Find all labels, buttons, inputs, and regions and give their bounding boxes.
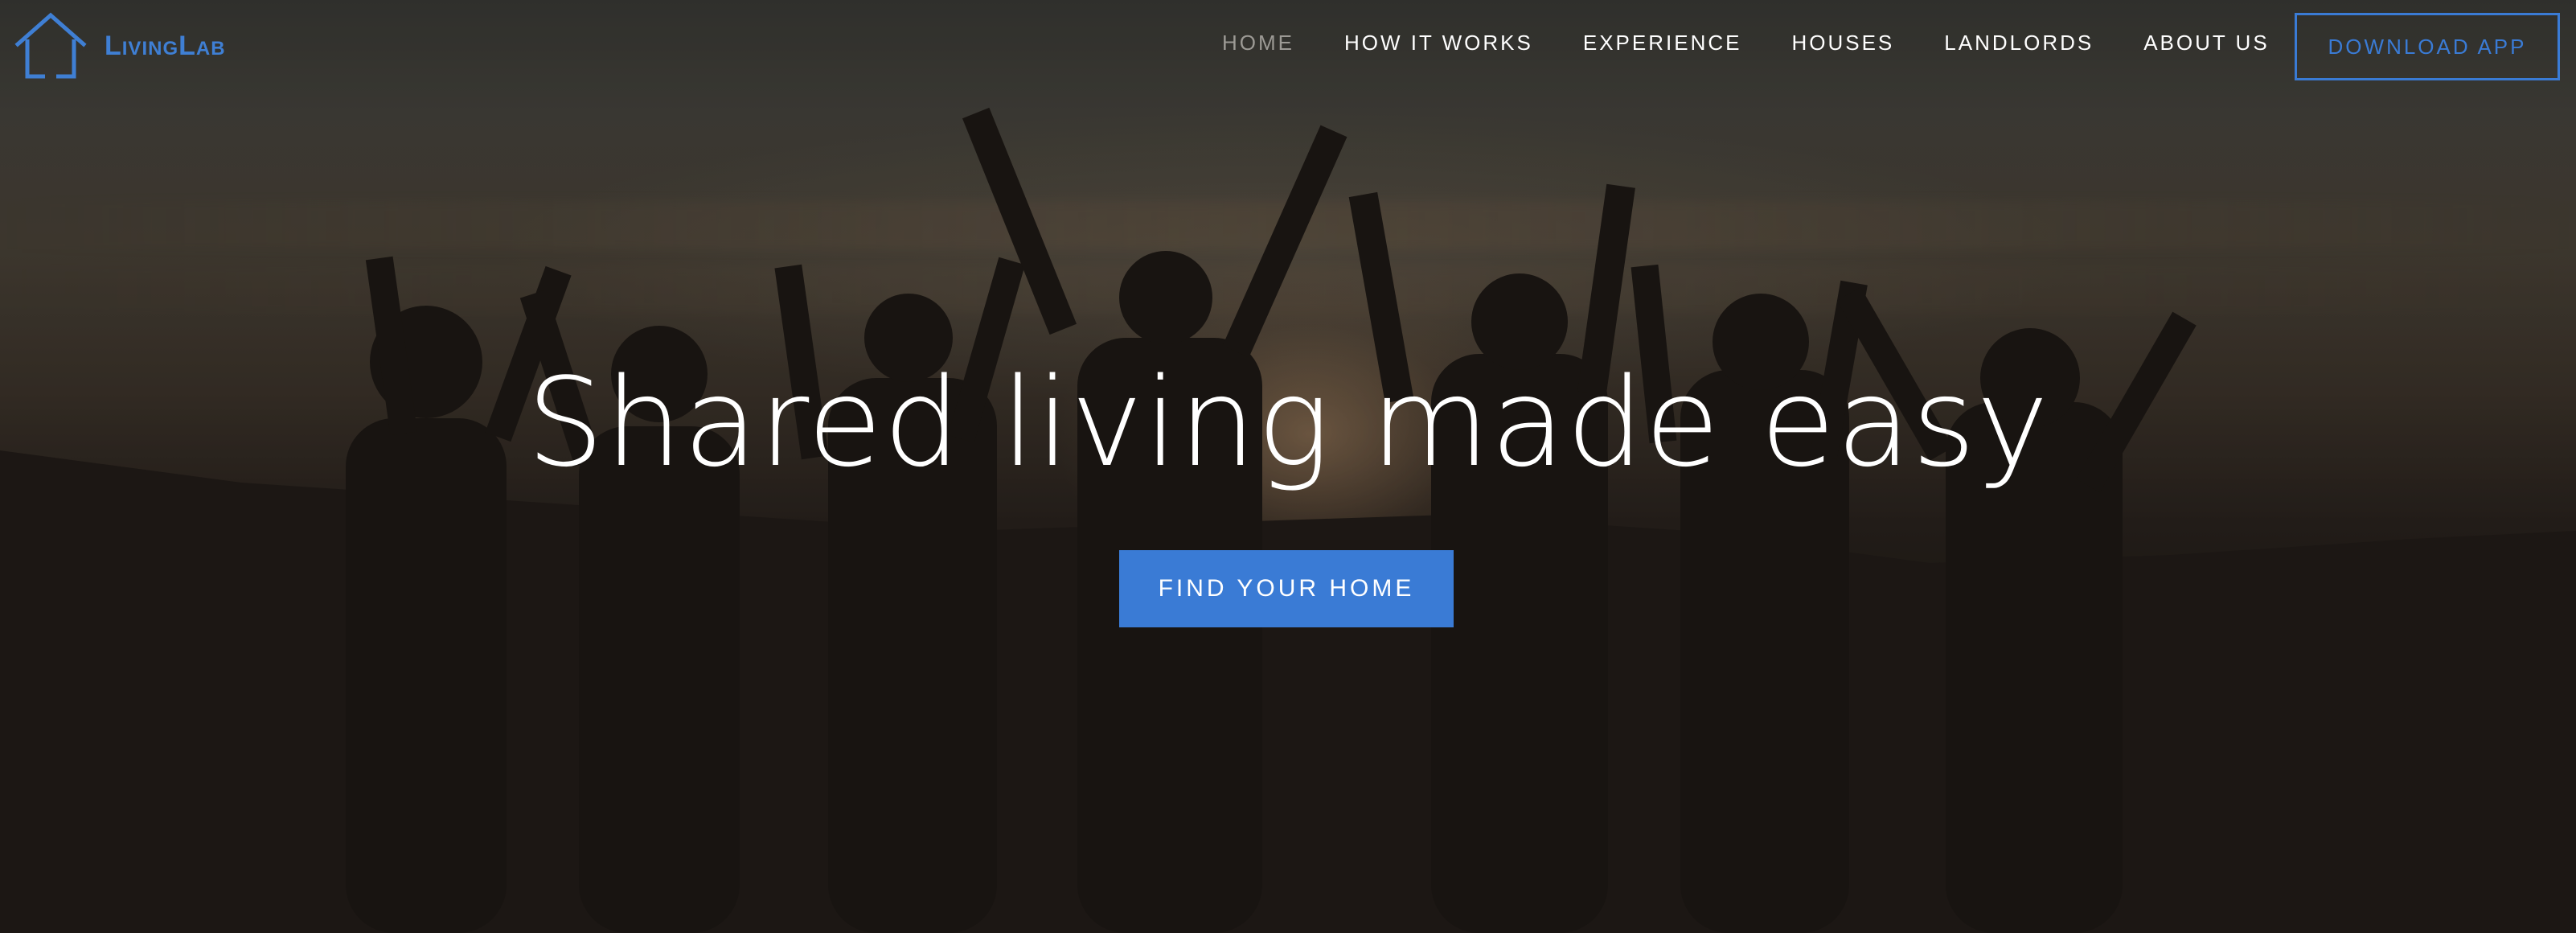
find-your-home-button[interactable]: FIND YOUR HOME bbox=[1119, 550, 1454, 627]
download-app-button[interactable]: DOWNLOAD APP bbox=[2295, 13, 2560, 80]
nav-item-home[interactable]: HOME bbox=[1222, 31, 1294, 55]
nav-item-houses[interactable]: HOUSES bbox=[1791, 31, 1894, 55]
nav-links: HOME HOW IT WORKS EXPERIENCE HOUSES LAND… bbox=[1222, 31, 2320, 55]
hero-headline: Shared living made easy bbox=[526, 351, 2050, 494]
nav-item-experience[interactable]: EXPERIENCE bbox=[1583, 31, 1742, 55]
brand-name: LivingLab bbox=[105, 30, 226, 61]
nav-item-landlords[interactable]: LANDLORDS bbox=[1944, 31, 2094, 55]
nav-item-about-us[interactable]: ABOUT US bbox=[2143, 31, 2269, 55]
brand-logo[interactable]: LivingLab bbox=[13, 11, 226, 80]
house-outline-icon bbox=[14, 12, 87, 79]
hero-section: LivingLab HOME HOW IT WORKS EXPERIENCE H… bbox=[0, 0, 2576, 933]
nav-item-how-it-works[interactable]: HOW IT WORKS bbox=[1344, 31, 1533, 55]
top-navigation: LivingLab HOME HOW IT WORKS EXPERIENCE H… bbox=[0, 0, 2576, 97]
